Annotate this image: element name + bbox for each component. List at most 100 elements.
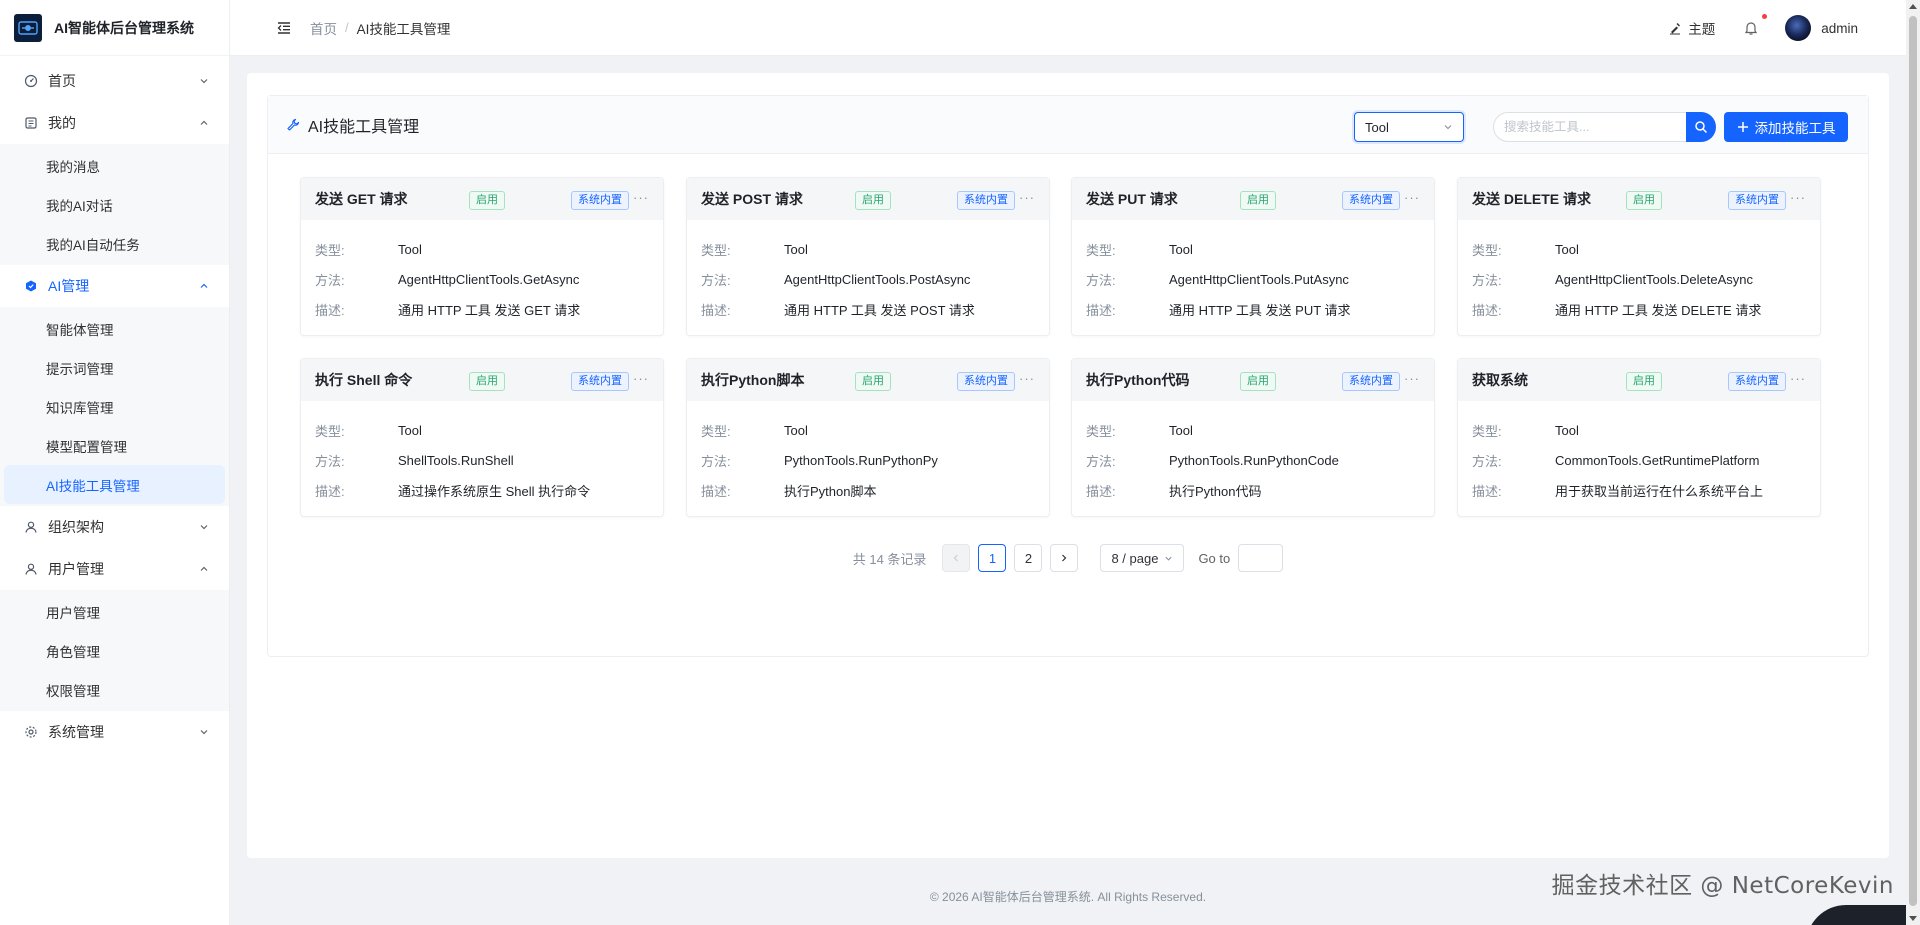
method-label: 方法: (1086, 272, 1116, 288)
type-label: 类型: (1086, 423, 1116, 439)
sidebar-group-ai-management[interactable]: AI管理 (0, 265, 229, 307)
tool-card[interactable]: 执行Python脚本 启用 系统内置 ··· 类型: Tool 方法: Python… (686, 358, 1050, 517)
user-icon (24, 520, 38, 534)
sidebar-group-mine[interactable]: 我的 (0, 102, 229, 144)
more-menu-icon[interactable]: ··· (633, 371, 649, 386)
sidebar-group-label: 用户管理 (48, 561, 104, 577)
page-size-value: 8 / page (1111, 550, 1159, 566)
floating-widget[interactable] (1806, 905, 1906, 925)
type-value: Tool (1555, 422, 1579, 438)
type-label: 类型: (315, 242, 345, 258)
more-menu-icon[interactable]: ··· (1019, 371, 1035, 386)
theme-button[interactable]: 主题 (1668, 18, 1715, 38)
tool-card[interactable]: 发送 POST 请求 启用 系统内置 ··· 类型: Tool 方法: AgentH… (686, 177, 1050, 336)
sidebar-group-user-management[interactable]: 用户管理 (0, 548, 229, 590)
app-logo-row[interactable]: AI智能体后台管理系统 (0, 0, 229, 56)
avatar[interactable] (1785, 15, 1812, 41)
desc-label: 描述: (1086, 302, 1116, 318)
builtin-badge: 系统内置 (957, 372, 1015, 391)
method-value: AgentHttpClientTools.GetAsync (398, 271, 580, 287)
ai-icon (24, 279, 38, 293)
more-menu-icon[interactable]: ··· (1019, 190, 1035, 205)
sidebar-group-organization[interactable]: 组织架构 (0, 506, 229, 548)
notification-bell-icon[interactable] (1743, 14, 1768, 36)
profile-icon (24, 116, 38, 130)
card-body: 类型: Tool 方法: AgentHttpClientTools.PostAsyn… (687, 220, 1049, 324)
app-title: AI智能体后台管理系统 (54, 19, 194, 36)
desc-value: 通用 HTTP 工具 发送 POST 请求 (784, 302, 975, 318)
card-body: 类型: Tool 方法: AgentHttpClientTools.GetAsync… (301, 220, 663, 324)
desc-value: 用于获取当前运行在什么系统平台上 (1555, 483, 1764, 499)
chevron-up-icon (200, 566, 208, 571)
add-skill-tool-button[interactable]: 添加技能工具 (1724, 112, 1848, 142)
card-header: 发送 DELETE 请求 启用 系统内置 ··· (1458, 178, 1820, 220)
more-menu-icon[interactable]: ··· (1404, 371, 1420, 386)
tool-card[interactable]: 发送 PUT 请求 启用 系统内置 ··· 类型: Tool 方法: AgentHt… (1071, 177, 1435, 336)
desc-label: 描述: (1472, 483, 1502, 499)
sidebar-item-agent-management[interactable]: 智能体管理 (0, 309, 229, 348)
search-icon (1695, 121, 1708, 134)
search-input[interactable] (1493, 112, 1686, 142)
card-title: 发送 PUT 请求 (1086, 191, 1178, 207)
builtin-badge: 系统内置 (957, 191, 1015, 210)
username[interactable]: admin (1821, 21, 1858, 36)
scrollbar[interactable] (1906, 0, 1920, 925)
builtin-badge: 系统内置 (1728, 191, 1786, 210)
more-menu-icon[interactable]: ··· (1790, 371, 1806, 386)
more-menu-icon[interactable]: ··· (1790, 190, 1806, 205)
sidebar-item-my-ai-chat[interactable]: 我的AI对话 (0, 185, 229, 224)
more-menu-icon[interactable]: ··· (633, 190, 649, 205)
chevron-up-icon (200, 283, 208, 288)
more-menu-icon[interactable]: ··· (1404, 190, 1420, 205)
next-page-button[interactable] (1050, 544, 1079, 572)
sidebar-item-knowledge-base[interactable]: 知识库管理 (0, 387, 229, 426)
app-logo-icon (14, 13, 42, 42)
breadcrumb-home[interactable]: 首页 (310, 18, 337, 38)
sidebar-group-label: 首页 (48, 73, 76, 89)
method-label: 方法: (1472, 272, 1502, 288)
scroll-down-arrow-icon[interactable] (1909, 916, 1917, 921)
card-header: 发送 PUT 请求 启用 系统内置 ··· (1072, 178, 1434, 220)
tool-card[interactable]: 执行 Shell 命令 启用 系统内置 ··· 类型: Tool 方法: Shell… (300, 358, 664, 517)
builtin-badge: 系统内置 (1728, 372, 1786, 391)
page-size-select[interactable]: 8 / page (1100, 544, 1185, 572)
sidebar-item-prompt-management[interactable]: 提示词管理 (0, 348, 229, 387)
sidebar-item-users[interactable]: 用户管理 (0, 592, 229, 631)
tool-card[interactable]: 发送 DELETE 请求 启用 系统内置 ··· 类型: Tool 方法: Agen… (1457, 177, 1821, 336)
chevron-left-icon (954, 554, 959, 562)
page-button-2[interactable]: 2 (1014, 544, 1043, 572)
desc-value: 通用 HTTP 工具 发送 GET 请求 (398, 302, 581, 318)
search-button[interactable] (1686, 112, 1716, 142)
tool-card[interactable]: 获取系统 启用 系统内置 ··· 类型: Tool 方法: CommonTools.… (1457, 358, 1821, 517)
sidebar-item-model-config[interactable]: 模型配置管理 (0, 426, 229, 465)
sidebar-item-permissions[interactable]: 权限管理 (0, 670, 229, 709)
type-label: 类型: (1472, 242, 1502, 258)
tool-card[interactable]: 执行Python代码 启用 系统内置 ··· 类型: Tool 方法: Python… (1071, 358, 1435, 517)
sidebar-item-ai-skill-tools[interactable]: AI技能工具管理 (4, 465, 225, 504)
chevron-up-icon (200, 120, 208, 125)
chevron-down-icon (200, 730, 208, 735)
type-value: Tool (784, 241, 808, 257)
sidebar-item-my-messages[interactable]: 我的消息 (0, 146, 229, 185)
type-label: 类型: (1086, 242, 1116, 258)
desc-value: 执行Python脚本 (784, 483, 877, 499)
prev-page-button[interactable] (942, 544, 971, 572)
menu-collapse-icon[interactable] (276, 20, 292, 36)
sidebar-group-label: 组织架构 (48, 519, 104, 535)
theme-label: 主题 (1688, 22, 1716, 37)
tool-card[interactable]: 发送 GET 请求 启用 系统内置 ··· 类型: Tool 方法: AgentHt… (300, 177, 664, 336)
sidebar-item-roles[interactable]: 角色管理 (0, 631, 229, 670)
type-filter-select[interactable]: Tool (1354, 112, 1464, 142)
breadcrumb: 首页 / AI技能工具管理 (310, 18, 450, 38)
sidebar-group-label: AI管理 (48, 278, 90, 294)
sidebar-item-my-ai-tasks[interactable]: 我的AI自动任务 (0, 224, 229, 263)
scroll-thumb[interactable] (1909, 16, 1917, 906)
sidebar-group-system[interactable]: 系统管理 (0, 711, 229, 753)
card-title: 发送 POST 请求 (701, 191, 803, 207)
add-button-label: 添加技能工具 (1754, 121, 1836, 136)
sidebar-group-home[interactable]: 首页 (0, 60, 229, 102)
page-button-1[interactable]: 1 (978, 544, 1007, 572)
scroll-up-arrow-icon[interactable] (1909, 4, 1917, 9)
goto-page-input[interactable] (1238, 544, 1284, 572)
type-value: Tool (1169, 422, 1193, 438)
